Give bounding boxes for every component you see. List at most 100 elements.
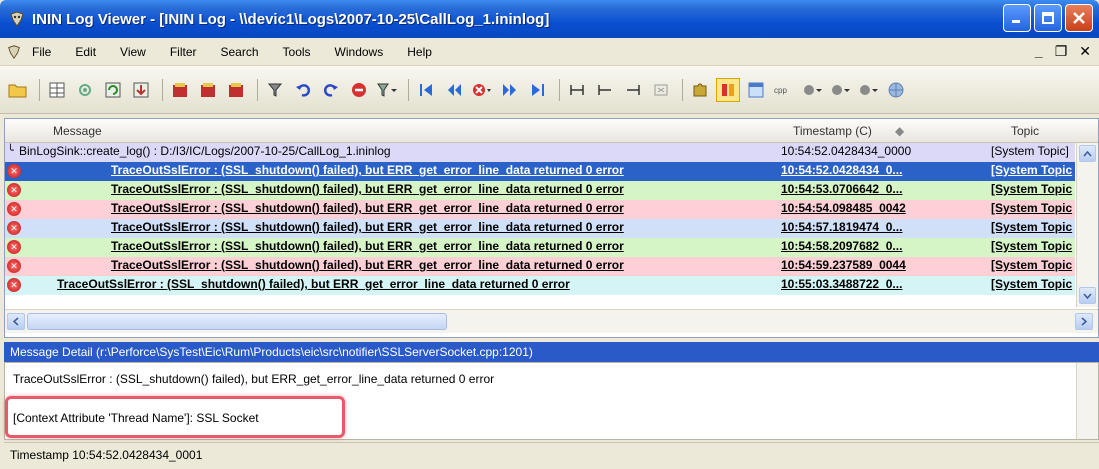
document-system-menu-icon[interactable]	[6, 44, 22, 60]
bracket-button-3[interactable]	[621, 78, 645, 102]
toolbar-button-redo[interactable]	[319, 78, 343, 102]
toolbar-button-grid[interactable]	[45, 78, 69, 102]
close-button[interactable]	[1065, 4, 1093, 32]
toolbar-button-settings[interactable]	[73, 78, 97, 102]
bracket-button-4[interactable]	[649, 78, 673, 102]
last-entry-button[interactable]	[526, 78, 550, 102]
grid-horizontal-scrollbar[interactable]	[5, 309, 1098, 333]
toolbar-button-layout[interactable]	[744, 78, 768, 102]
row-message: TraceOutSslError : (SSL_shutdown() faile…	[111, 239, 624, 253]
toolbar-button-bookmark-2[interactable]	[196, 78, 220, 102]
toolbar-button-filter-dropdown[interactable]	[375, 78, 399, 102]
horizontal-scroll-thumb[interactable]	[27, 313, 447, 330]
toolbar-button-stop[interactable]	[347, 78, 371, 102]
detail-vertical-scrollbar[interactable]	[1076, 363, 1098, 439]
log-rows: ╰ BinLogSink::create_log() : D:/I3/IC/Lo…	[5, 143, 1075, 295]
menu-file[interactable]: File	[30, 43, 53, 61]
table-row[interactable]: ✕ TraceOutSslError : (SSL_shutdown() fai…	[5, 238, 1075, 257]
bookmark-prev-icon	[201, 82, 215, 97]
toolbar-button-globe[interactable]	[884, 78, 908, 102]
bracket-button-1[interactable]	[565, 78, 589, 102]
next-entry-button[interactable]	[498, 78, 522, 102]
gear-dropdown-icon	[832, 84, 850, 95]
menu-tools[interactable]: Tools	[281, 43, 313, 61]
row-timestamp: 10:54:54.098485_0042	[781, 201, 906, 215]
row-message: TraceOutSslError : (SSL_shutdown() faile…	[111, 163, 624, 177]
message-detail-panel[interactable]: TraceOutSslError : (SSL_shutdown() faile…	[4, 362, 1099, 440]
bracket-button-2[interactable]	[593, 78, 617, 102]
toolbar-button-cpp[interactable]: cpp	[772, 78, 796, 102]
log-grid: Message Timestamp (C) ◆ Topic ╰ BinLogSi…	[4, 118, 1099, 338]
status-bar: Timestamp 10:54:52.0428434_0001	[4, 442, 1099, 466]
toolbar-separator	[39, 78, 40, 101]
first-icon	[420, 83, 432, 96]
maximize-icon	[1042, 12, 1054, 24]
row-topic: [System Topic	[991, 220, 1073, 234]
table-row[interactable]: ╰ BinLogSink::create_log() : D:/I3/IC/Lo…	[5, 143, 1075, 162]
bracket-clear-icon	[654, 84, 668, 95]
error-icon: ✕	[7, 183, 21, 197]
menu-bar: File Edit View Filter Search Tools Windo…	[0, 38, 1099, 66]
table-row[interactable]: ✕ TraceOutSslError : (SSL_shutdown() fai…	[5, 257, 1075, 276]
toolbar-button-undo[interactable]	[291, 78, 315, 102]
menu-search[interactable]: Search	[219, 43, 261, 61]
row-timestamp: 10:54:58.2097682_0...	[781, 239, 903, 253]
scroll-up-button[interactable]	[1079, 145, 1096, 162]
maximize-button[interactable]	[1034, 4, 1062, 32]
collapse-icon[interactable]: ╰	[7, 144, 14, 157]
chevron-down-icon	[1083, 293, 1092, 299]
column-header-message[interactable]: Message	[53, 124, 102, 138]
chevron-left-icon	[13, 317, 19, 326]
scroll-down-button[interactable]	[1079, 287, 1096, 304]
error-nav-button[interactable]	[470, 78, 494, 102]
menu-edit[interactable]: Edit	[73, 43, 98, 61]
toolbar-button-refresh[interactable]	[101, 78, 125, 102]
toolbar-dropdown-1[interactable]	[800, 78, 824, 102]
toolbar-button-highlight[interactable]	[716, 77, 740, 102]
toolbar-button-filter[interactable]	[263, 78, 287, 102]
toolbar-dropdown-2[interactable]	[828, 78, 852, 102]
toolbar-button-bookmark-1[interactable]	[168, 78, 192, 102]
column-header-timestamp[interactable]: Timestamp (C)	[793, 124, 872, 138]
row-topic: [System Topic]	[991, 144, 1069, 158]
menu-help[interactable]: Help	[405, 43, 434, 61]
menu-windows[interactable]: Windows	[333, 43, 386, 61]
table-row[interactable]: ✕ TraceOutSslError : (SSL_shutdown() fai…	[5, 200, 1075, 219]
title-bar[interactable]: ININ Log Viewer - [ININ Log - \\devic1\L…	[0, 0, 1099, 38]
table-row[interactable]: ✕ TraceOutSslError : (SSL_shutdown() fai…	[5, 276, 1075, 295]
row-topic: [System Topic	[991, 201, 1073, 215]
error-icon: ✕	[7, 202, 21, 216]
status-timestamp: Timestamp 10:54:52.0428434_0001	[10, 448, 203, 462]
mdi-close-button[interactable]: ✕	[1079, 43, 1091, 60]
row-topic: [System Topic	[991, 182, 1073, 196]
row-timestamp: 10:54:57.1819474_0...	[781, 220, 903, 234]
toolbar-button-puzzle[interactable]	[688, 78, 712, 102]
error-icon: ✕	[7, 240, 21, 254]
grid-vertical-scrollbar[interactable]	[1076, 143, 1098, 307]
row-timestamp: 10:55:03.3488722_0...	[781, 277, 903, 291]
table-row[interactable]: ✕ TraceOutSslError : (SSL_shutdown() fai…	[5, 162, 1075, 181]
grid-header: Message Timestamp (C) ◆ Topic	[5, 119, 1098, 143]
minimize-button[interactable]	[1003, 4, 1031, 32]
toolbar-dropdown-3[interactable]	[856, 78, 880, 102]
column-header-topic[interactable]: Topic	[1011, 124, 1039, 138]
mdi-minimize-button[interactable]: _	[1035, 43, 1043, 60]
message-detail-header: Message Detail (r:\Perforce\SysTest\Eic\…	[4, 342, 1099, 362]
toolbar-button-export[interactable]	[129, 78, 153, 102]
menu-filter[interactable]: Filter	[168, 43, 199, 61]
mdi-restore-button[interactable]: ❐	[1055, 43, 1068, 60]
cpp-file-icon: cpp	[774, 86, 787, 95]
toolbar-button-bookmark-3[interactable]	[224, 78, 248, 102]
redo-icon	[323, 83, 338, 97]
layout-icon	[748, 82, 764, 97]
open-folder-button[interactable]	[6, 78, 30, 102]
table-row[interactable]: ✕ TraceOutSslError : (SSL_shutdown() fai…	[5, 181, 1075, 200]
table-row[interactable]: ✕ TraceOutSslError : (SSL_shutdown() fai…	[5, 219, 1075, 238]
first-entry-button[interactable]	[414, 78, 438, 102]
previous-entry-button[interactable]	[442, 78, 466, 102]
error-icon: ✕	[7, 259, 21, 273]
scroll-right-button[interactable]	[1075, 313, 1093, 330]
row-topic: [System Topic	[991, 163, 1073, 177]
menu-view[interactable]: View	[118, 43, 148, 61]
scroll-left-button[interactable]	[7, 313, 25, 330]
